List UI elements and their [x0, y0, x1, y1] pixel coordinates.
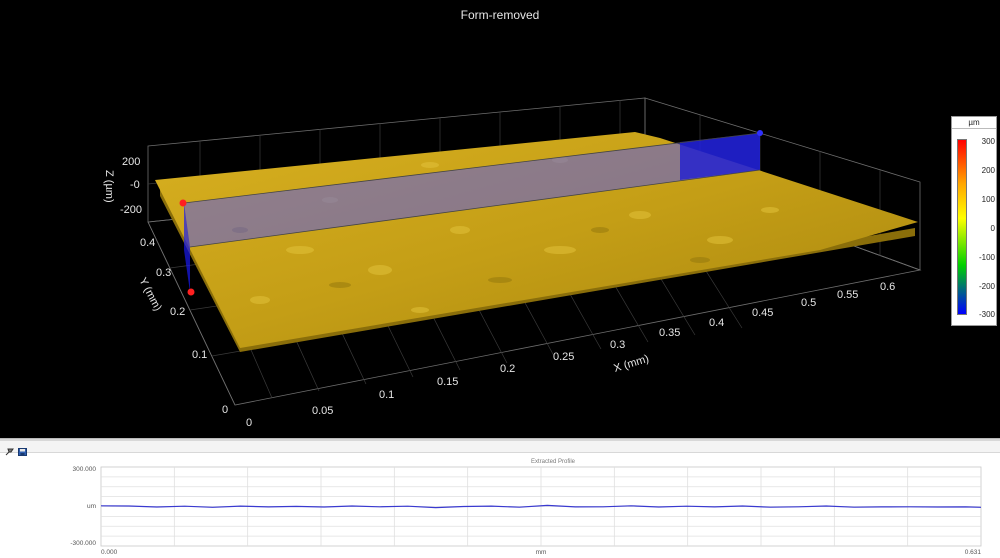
- section-end-marker[interactable]: [757, 130, 763, 136]
- x-tick-0.6: 0.6: [880, 281, 895, 293]
- x-tick-0.4: 0.4: [709, 317, 724, 329]
- x-tick-0.2: 0.2: [500, 363, 515, 375]
- y-axis-unit: um: [87, 503, 96, 510]
- x-tick-end: 0.631: [965, 549, 982, 556]
- x-tick-0.45: 0.45: [752, 307, 773, 319]
- y-tick-top: 300.000: [73, 466, 97, 473]
- x-axis-label: X (mm): [612, 353, 650, 375]
- profile-title: Extracted Profile: [531, 459, 576, 465]
- y-tick-0.2: 0.2: [170, 306, 185, 318]
- z-tick-neg200: -200: [120, 204, 142, 216]
- profile-panel: Extracted Profile 300.000 um -300.000 0.…: [0, 441, 1000, 558]
- 3d-surface-view[interactable]: Form-removed 200 -0 -200 Z (µm) 0.4 0.3 …: [0, 0, 1000, 438]
- z-tick-200: 200: [122, 156, 140, 168]
- color-scale-legend: µm 300 200 100 0 -100 -200 -300: [951, 116, 997, 326]
- x-tick-0.3: 0.3: [610, 339, 625, 351]
- extracted-profile-chart[interactable]: Extracted Profile 300.000 um -300.000 0.…: [0, 453, 1000, 558]
- save-icon[interactable]: [18, 443, 27, 456]
- x-tick-0.5: 0.5: [801, 297, 816, 309]
- pin-icon[interactable]: [5, 443, 14, 456]
- colorbar-tick-neg300: -300: [978, 310, 995, 319]
- section-start-marker[interactable]: [179, 199, 187, 207]
- x-axis-unit: mm: [536, 549, 547, 556]
- x-tick-0.05: 0.05: [312, 405, 333, 417]
- colorbar-gradient: [957, 139, 967, 315]
- x-tick-0.35: 0.35: [659, 327, 680, 339]
- y-axis-label: Y (mm): [136, 276, 163, 313]
- y-tick-0.4: 0.4: [140, 237, 155, 249]
- z-axis-label: Z (µm): [103, 170, 115, 203]
- surface-scene[interactable]: 200 -0 -200 Z (µm) 0.4 0.3 0.2 0.1 0 Y (…: [0, 0, 1000, 438]
- x-tick-0.15: 0.15: [437, 376, 458, 388]
- section-low-marker[interactable]: [187, 288, 195, 296]
- profile-toolbar: [0, 441, 1000, 456]
- y-tick-0: 0: [222, 404, 228, 416]
- colorbar-tick-neg100: -100: [978, 253, 995, 262]
- colorbar-tick-200: 200: [981, 166, 995, 175]
- x-tick-0.25: 0.25: [553, 351, 574, 363]
- y-tick-0.1: 0.1: [192, 349, 207, 361]
- y-tick-bottom: -300.000: [70, 540, 96, 547]
- y-tick-0.3: 0.3: [156, 267, 171, 279]
- colorbar-tick-0: 0: [990, 224, 995, 233]
- x-tick-0: 0: [246, 417, 252, 429]
- colorbar-unit: µm: [968, 118, 980, 127]
- x-tick-0.1: 0.1: [379, 389, 394, 401]
- x-tick-0.55: 0.55: [837, 289, 858, 301]
- z-tick-0: -0: [130, 179, 140, 191]
- colorbar-tick-100: 100: [981, 195, 995, 204]
- colorbar-tick-neg200: -200: [978, 282, 995, 291]
- colorbar-tick-300: 300: [981, 137, 995, 146]
- x-tick-start: 0.000: [101, 549, 118, 556]
